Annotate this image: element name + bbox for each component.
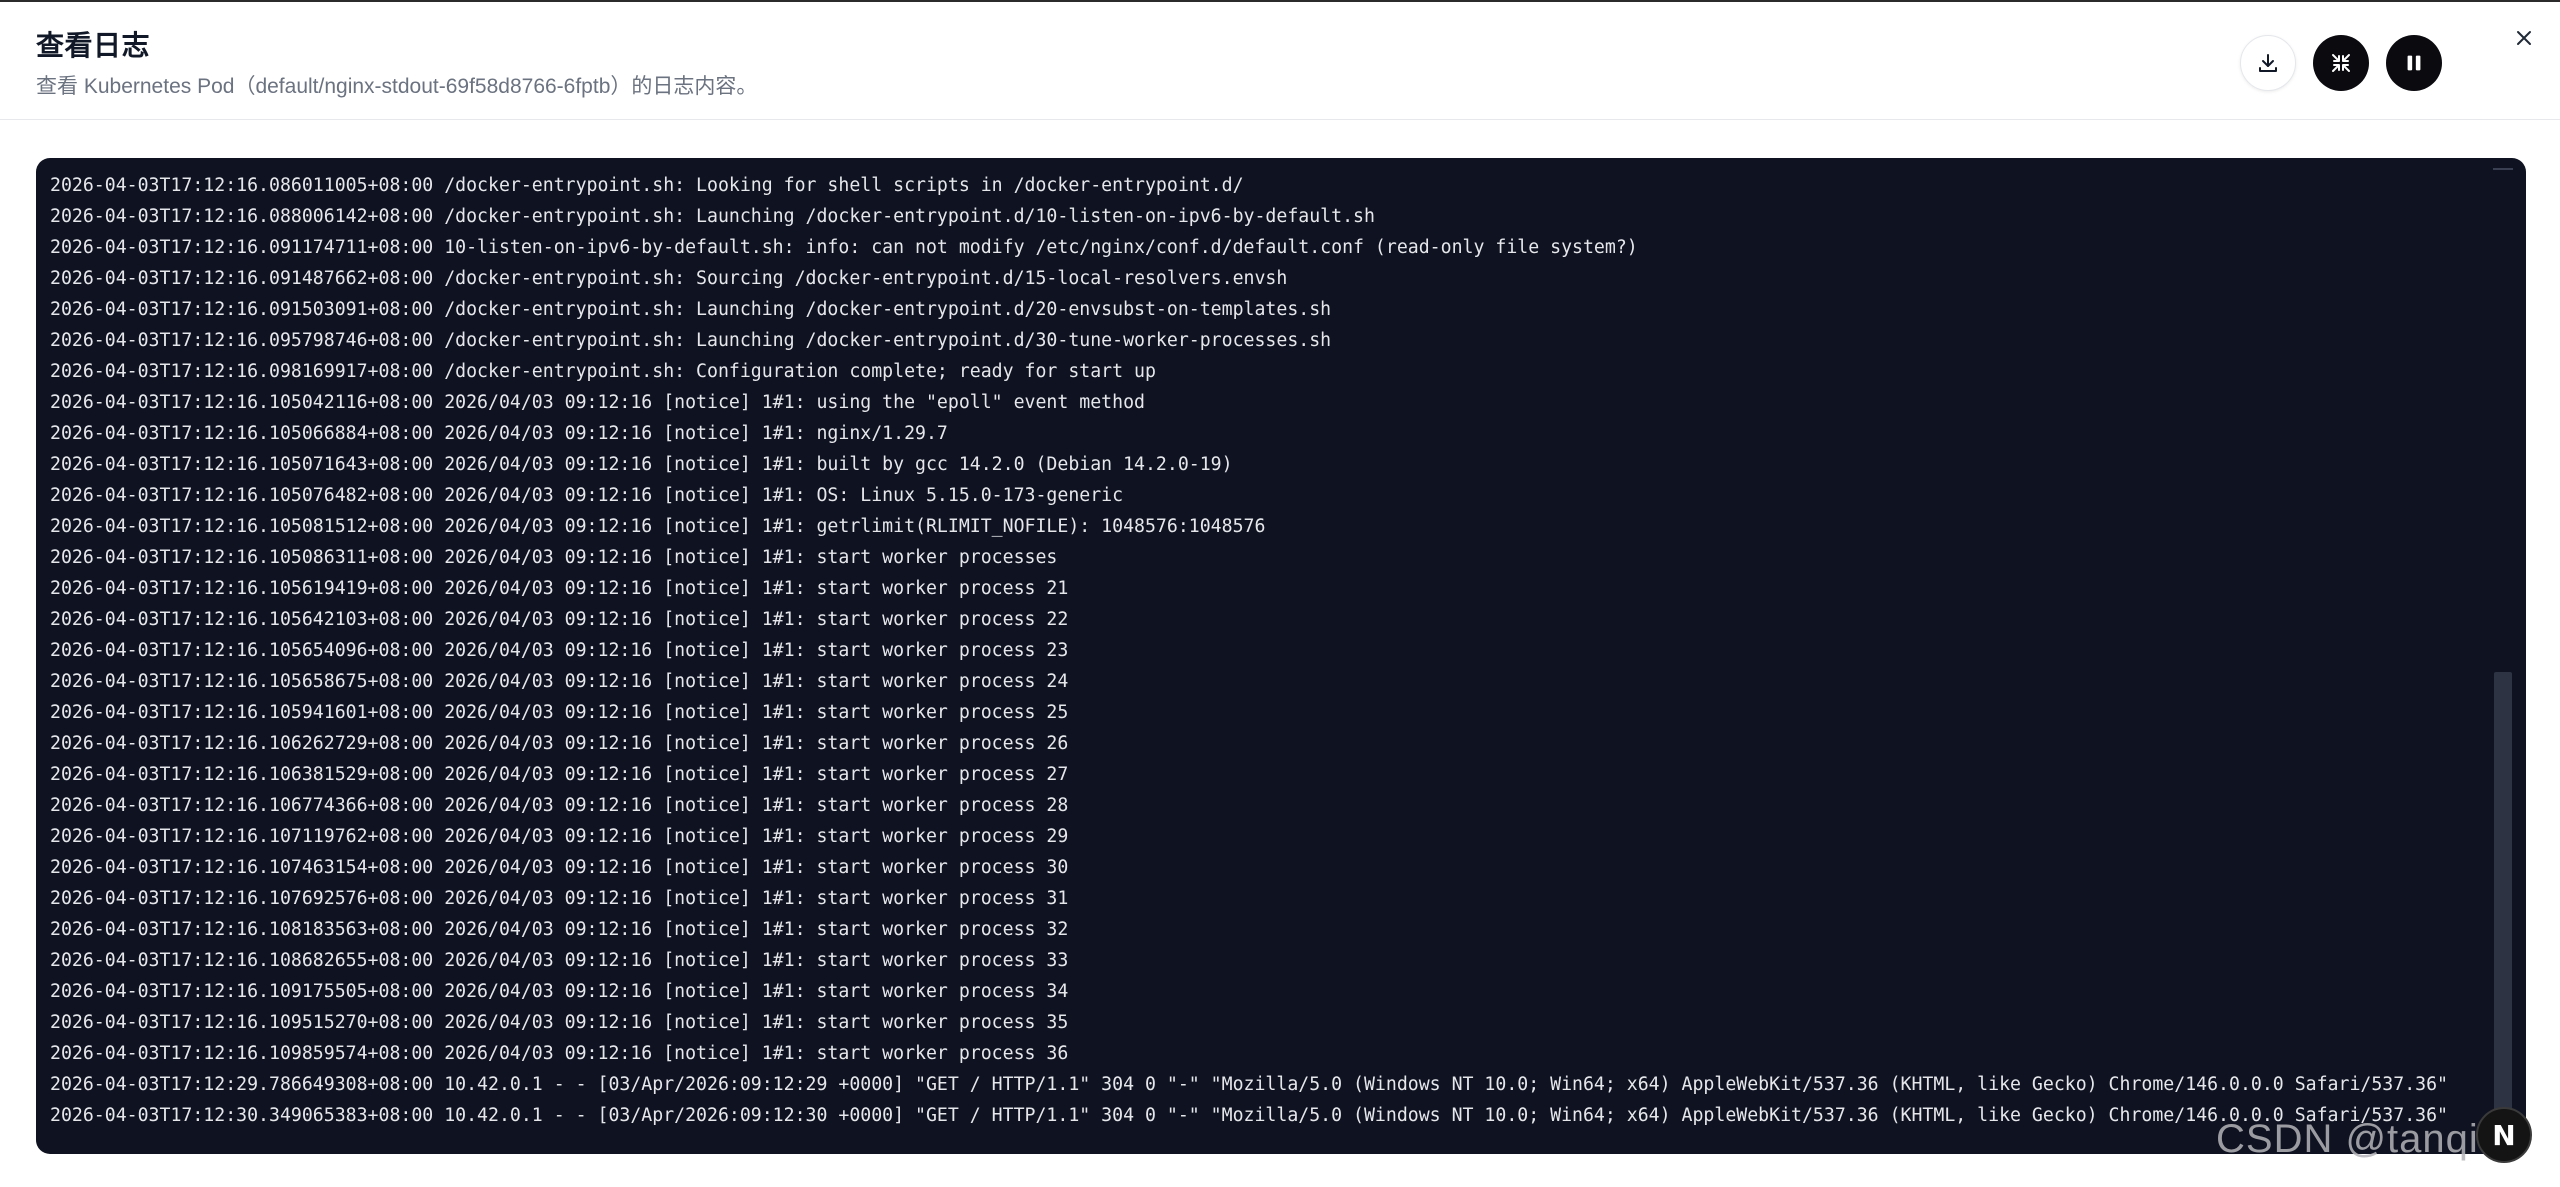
scrollbar-thumb[interactable] [2494,672,2512,1132]
log-line: 2026-04-03T17:12:29.786649308+08:00 10.4… [50,1074,2449,1095]
log-line: 2026-04-03T17:12:16.095798746+08:00 /doc… [50,330,1332,351]
pause-icon [2407,55,2421,71]
log-line: 2026-04-03T17:12:16.098169917+08:00 /doc… [50,361,1156,382]
log-line: 2026-04-03T17:12:16.105071643+08:00 2026… [50,454,1233,475]
log-line: 2026-04-03T17:12:16.106774366+08:00 2026… [50,795,1069,816]
log-line: 2026-04-03T17:12:16.105086311+08:00 2026… [50,547,1058,568]
log-line: 2026-04-03T17:12:16.105042116+08:00 2026… [50,392,1145,413]
download-button[interactable] [2240,35,2296,91]
log-line: 2026-04-03T17:12:30.349065383+08:00 10.4… [50,1105,2449,1126]
log-line: 2026-04-03T17:12:16.105654096+08:00 2026… [50,640,1069,661]
log-line: 2026-04-03T17:12:16.108183563+08:00 2026… [50,919,1069,940]
log-line: 2026-04-03T17:12:16.091487662+08:00 /doc… [50,268,1288,289]
log-line: 2026-04-03T17:12:16.106262729+08:00 2026… [50,733,1069,754]
log-line: 2026-04-03T17:12:16.105066884+08:00 2026… [50,423,948,444]
log-line: 2026-04-03T17:12:16.109515270+08:00 2026… [50,1012,1069,1033]
log-viewer[interactable]: 2026-04-03T17:12:16.086011005+08:00 /doc… [36,158,2526,1154]
log-dialog: 查看日志 查看 Kubernetes Pod（default/nginx-std… [0,0,2560,1187]
log-line: 2026-04-03T17:12:16.107463154+08:00 2026… [50,857,1069,878]
log-scrollbar[interactable] [2490,166,2516,1146]
log-line: 2026-04-03T17:12:16.091503091+08:00 /doc… [50,299,1332,320]
log-lines: 2026-04-03T17:12:16.086011005+08:00 /doc… [50,170,2486,1131]
log-line: 2026-04-03T17:12:16.105619419+08:00 2026… [50,578,1069,599]
download-icon [2259,54,2277,72]
close-icon [2517,31,2531,45]
log-line: 2026-04-03T17:12:16.108682655+08:00 2026… [50,950,1069,971]
dialog-title: 查看日志 [36,30,151,61]
log-line: 2026-04-03T17:12:16.105076482+08:00 2026… [50,485,1124,506]
log-line: 2026-04-03T17:12:16.105642103+08:00 2026… [50,609,1069,630]
log-line: 2026-04-03T17:12:16.105081512+08:00 2026… [50,516,1266,537]
log-line: 2026-04-03T17:12:16.105658675+08:00 2026… [50,671,1069,692]
log-line: 2026-04-03T17:12:16.088006142+08:00 /doc… [50,206,1375,227]
dialog-subtitle: 查看 Kubernetes Pod（default/nginx-stdout-6… [36,75,758,98]
log-line: 2026-04-03T17:12:16.109859574+08:00 2026… [50,1043,1069,1064]
log-line: 2026-04-03T17:12:16.091174711+08:00 10-l… [50,237,1638,258]
log-line: 2026-04-03T17:12:16.105941601+08:00 2026… [50,702,1069,723]
dialog-header: 查看日志 查看 Kubernetes Pod（default/nginx-std… [0,2,2560,120]
log-line: 2026-04-03T17:12:16.107692576+08:00 2026… [50,888,1069,909]
close-button[interactable] [2508,22,2540,54]
floating-action-button[interactable]: N [2476,1107,2532,1163]
scrollbar-top-marker [2493,168,2513,170]
collapse-icon [2332,54,2350,72]
log-line: 2026-04-03T17:12:16.107119762+08:00 2026… [50,826,1069,847]
log-line: 2026-04-03T17:12:16.086011005+08:00 /doc… [50,175,1244,196]
log-line: 2026-04-03T17:12:16.106381529+08:00 2026… [50,764,1069,785]
pause-button[interactable] [2386,35,2442,91]
exit-fullscreen-button[interactable] [2313,35,2369,91]
log-line: 2026-04-03T17:12:16.109175505+08:00 2026… [50,981,1069,1002]
